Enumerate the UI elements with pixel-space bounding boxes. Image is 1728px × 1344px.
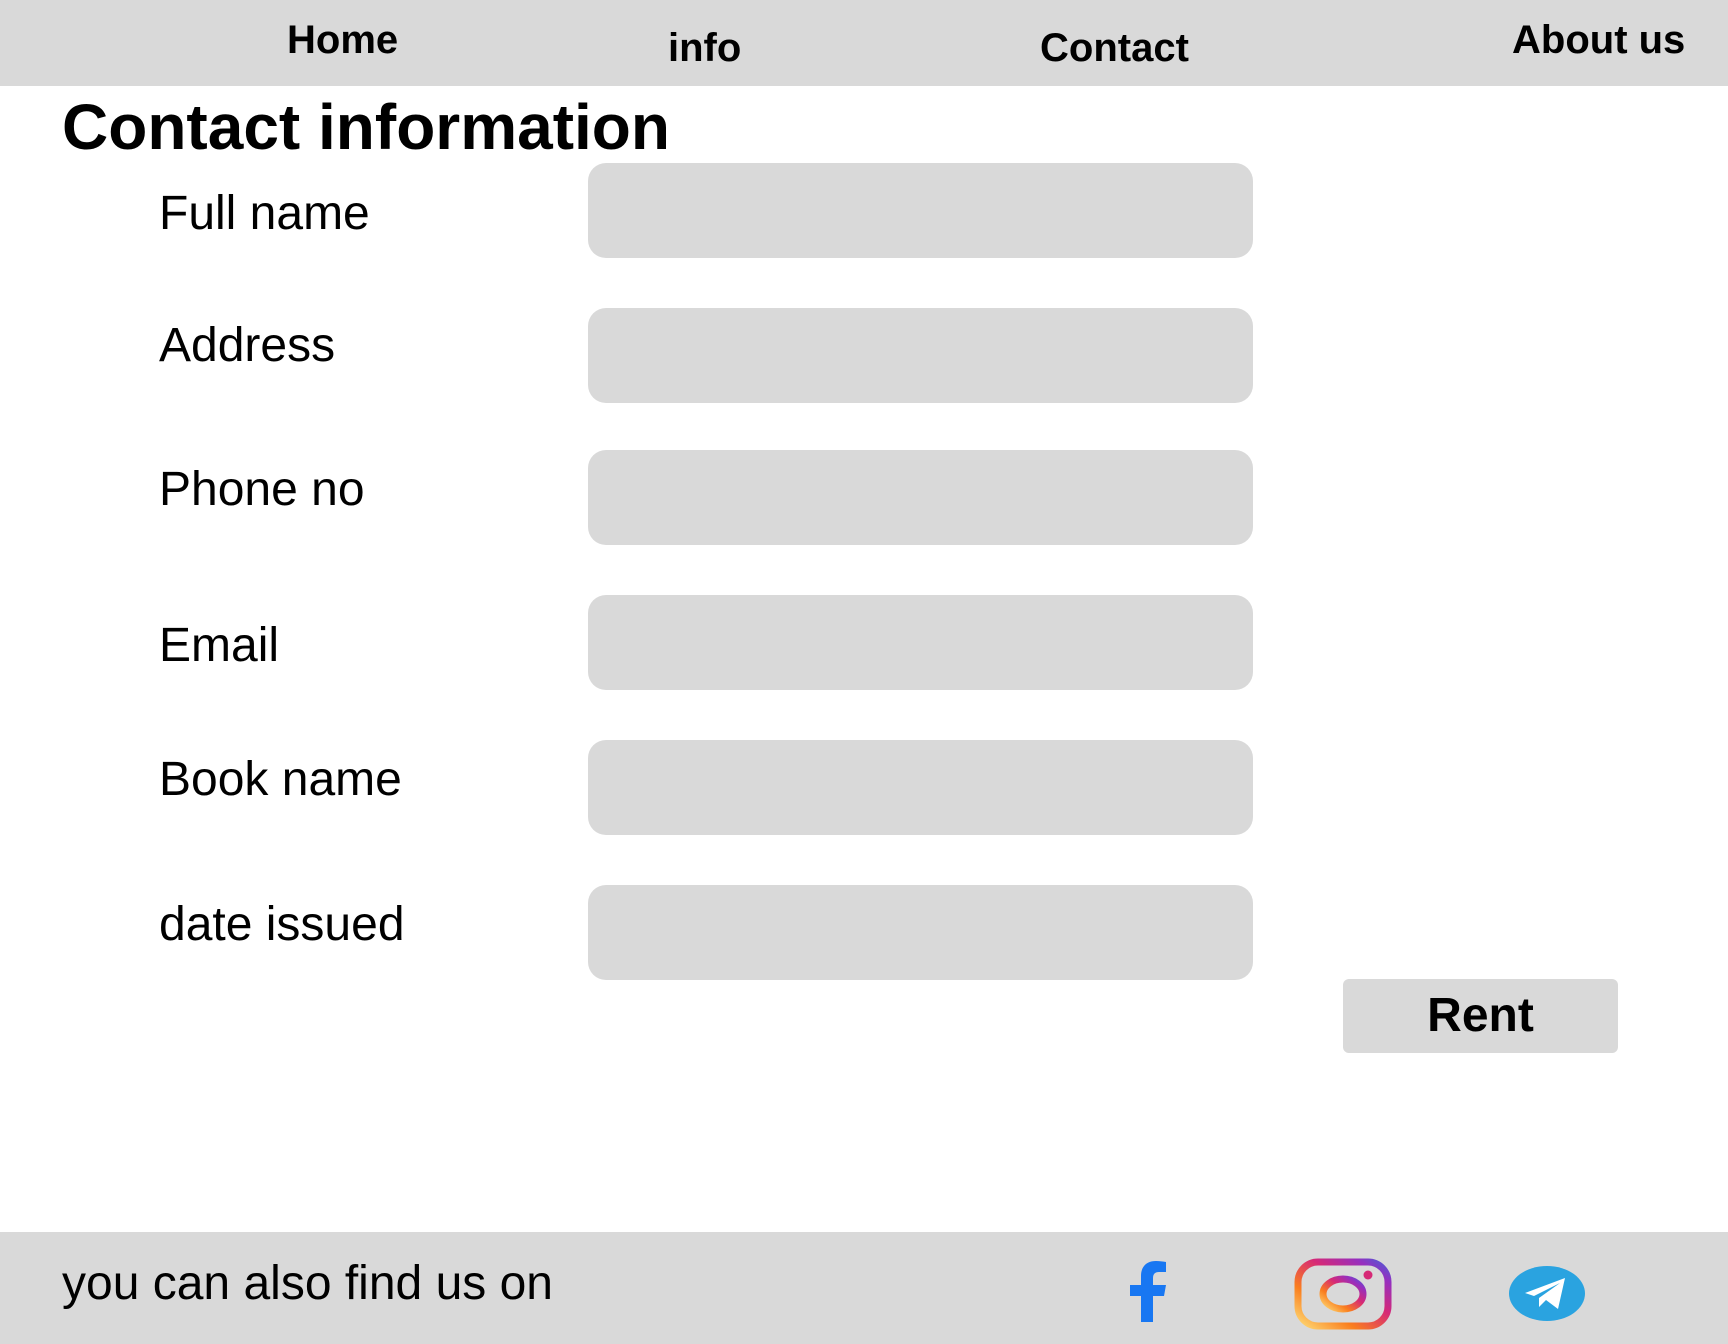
- form-row-full-name: Full name: [0, 163, 1728, 258]
- form-row-phone: Phone no: [0, 450, 1728, 545]
- form-row-address: Address: [0, 308, 1728, 403]
- book-name-input[interactable]: [588, 740, 1253, 835]
- address-input[interactable]: [588, 308, 1253, 403]
- top-nav: Home info Contact About us: [0, 0, 1728, 86]
- form-row-book-name: Book name: [0, 740, 1728, 835]
- full-name-label: Full name: [159, 187, 370, 240]
- telegram-icon[interactable]: [1508, 1265, 1586, 1322]
- footer-text: you can also find us on: [62, 1257, 553, 1310]
- nav-contact-link[interactable]: Contact: [1040, 28, 1189, 68]
- nav-info-link[interactable]: info: [668, 28, 741, 68]
- email-label: Email: [159, 619, 280, 672]
- address-label: Address: [159, 319, 336, 372]
- form-row-date-issued: date issued: [0, 885, 1728, 980]
- book-name-label: Book name: [159, 753, 402, 806]
- nav-about-link[interactable]: About us: [1512, 20, 1685, 60]
- facebook-icon[interactable]: [1122, 1260, 1172, 1322]
- date-issued-input[interactable]: [588, 885, 1253, 980]
- instagram-icon[interactable]: [1294, 1258, 1392, 1330]
- page-title: Contact information: [62, 91, 670, 163]
- form-row-email: Email: [0, 595, 1728, 690]
- footer: you can also find us on: [0, 1232, 1728, 1344]
- full-name-input[interactable]: [588, 163, 1253, 258]
- rent-button[interactable]: Rent: [1343, 979, 1618, 1053]
- phone-label: Phone no: [159, 463, 365, 516]
- phone-input[interactable]: [588, 450, 1253, 545]
- email-input[interactable]: [588, 595, 1253, 690]
- date-issued-label: date issued: [159, 898, 405, 951]
- nav-home-link[interactable]: Home: [287, 20, 398, 60]
